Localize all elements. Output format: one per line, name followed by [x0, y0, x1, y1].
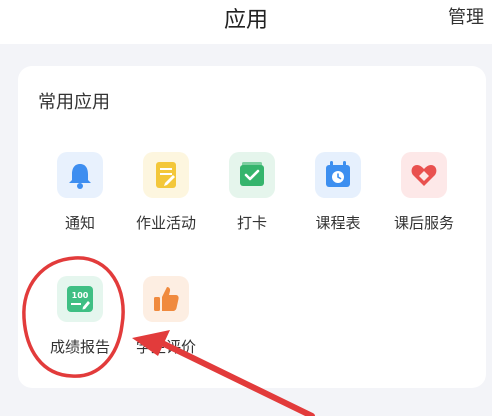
app-checkin[interactable]: 打卡: [204, 152, 300, 233]
app-label: 通知: [64, 214, 95, 232]
bell-icon: [57, 152, 103, 198]
thumbs-up-icon: [143, 276, 189, 322]
common-apps-card: 常用应用 通知 作业活动 打卡 课程表 课后服务 100 成绩报告 学生评价: [18, 66, 486, 388]
app-label: 学生评价: [135, 338, 196, 356]
app-homework[interactable]: 作业活动: [118, 152, 214, 233]
heart-hands-icon: [401, 152, 447, 198]
manage-button[interactable]: 管理: [448, 3, 484, 29]
app-timetable[interactable]: 课程表: [290, 152, 386, 233]
page-title: 应用: [223, 8, 268, 33]
section-title: 常用应用: [38, 92, 110, 113]
calendar-clock-icon: [315, 152, 361, 198]
app-label: 课后服务: [393, 214, 454, 232]
document-edit-icon: [143, 152, 189, 198]
app-student-evaluation[interactable]: 学生评价: [118, 276, 214, 357]
top-bar: 应用 管理: [0, 0, 492, 44]
svg-text:100: 100: [72, 291, 89, 300]
app-label: 打卡: [236, 214, 267, 232]
score-report-icon: 100: [57, 276, 103, 322]
app-score-report[interactable]: 100 成绩报告: [32, 276, 128, 357]
app-label: 课程表: [315, 214, 361, 232]
app-label: 成绩报告: [49, 338, 110, 356]
app-notice[interactable]: 通知: [32, 152, 128, 233]
checkmark-icon: [229, 152, 275, 198]
app-label: 作业活动: [135, 214, 196, 232]
app-after-school[interactable]: 课后服务: [376, 152, 472, 233]
